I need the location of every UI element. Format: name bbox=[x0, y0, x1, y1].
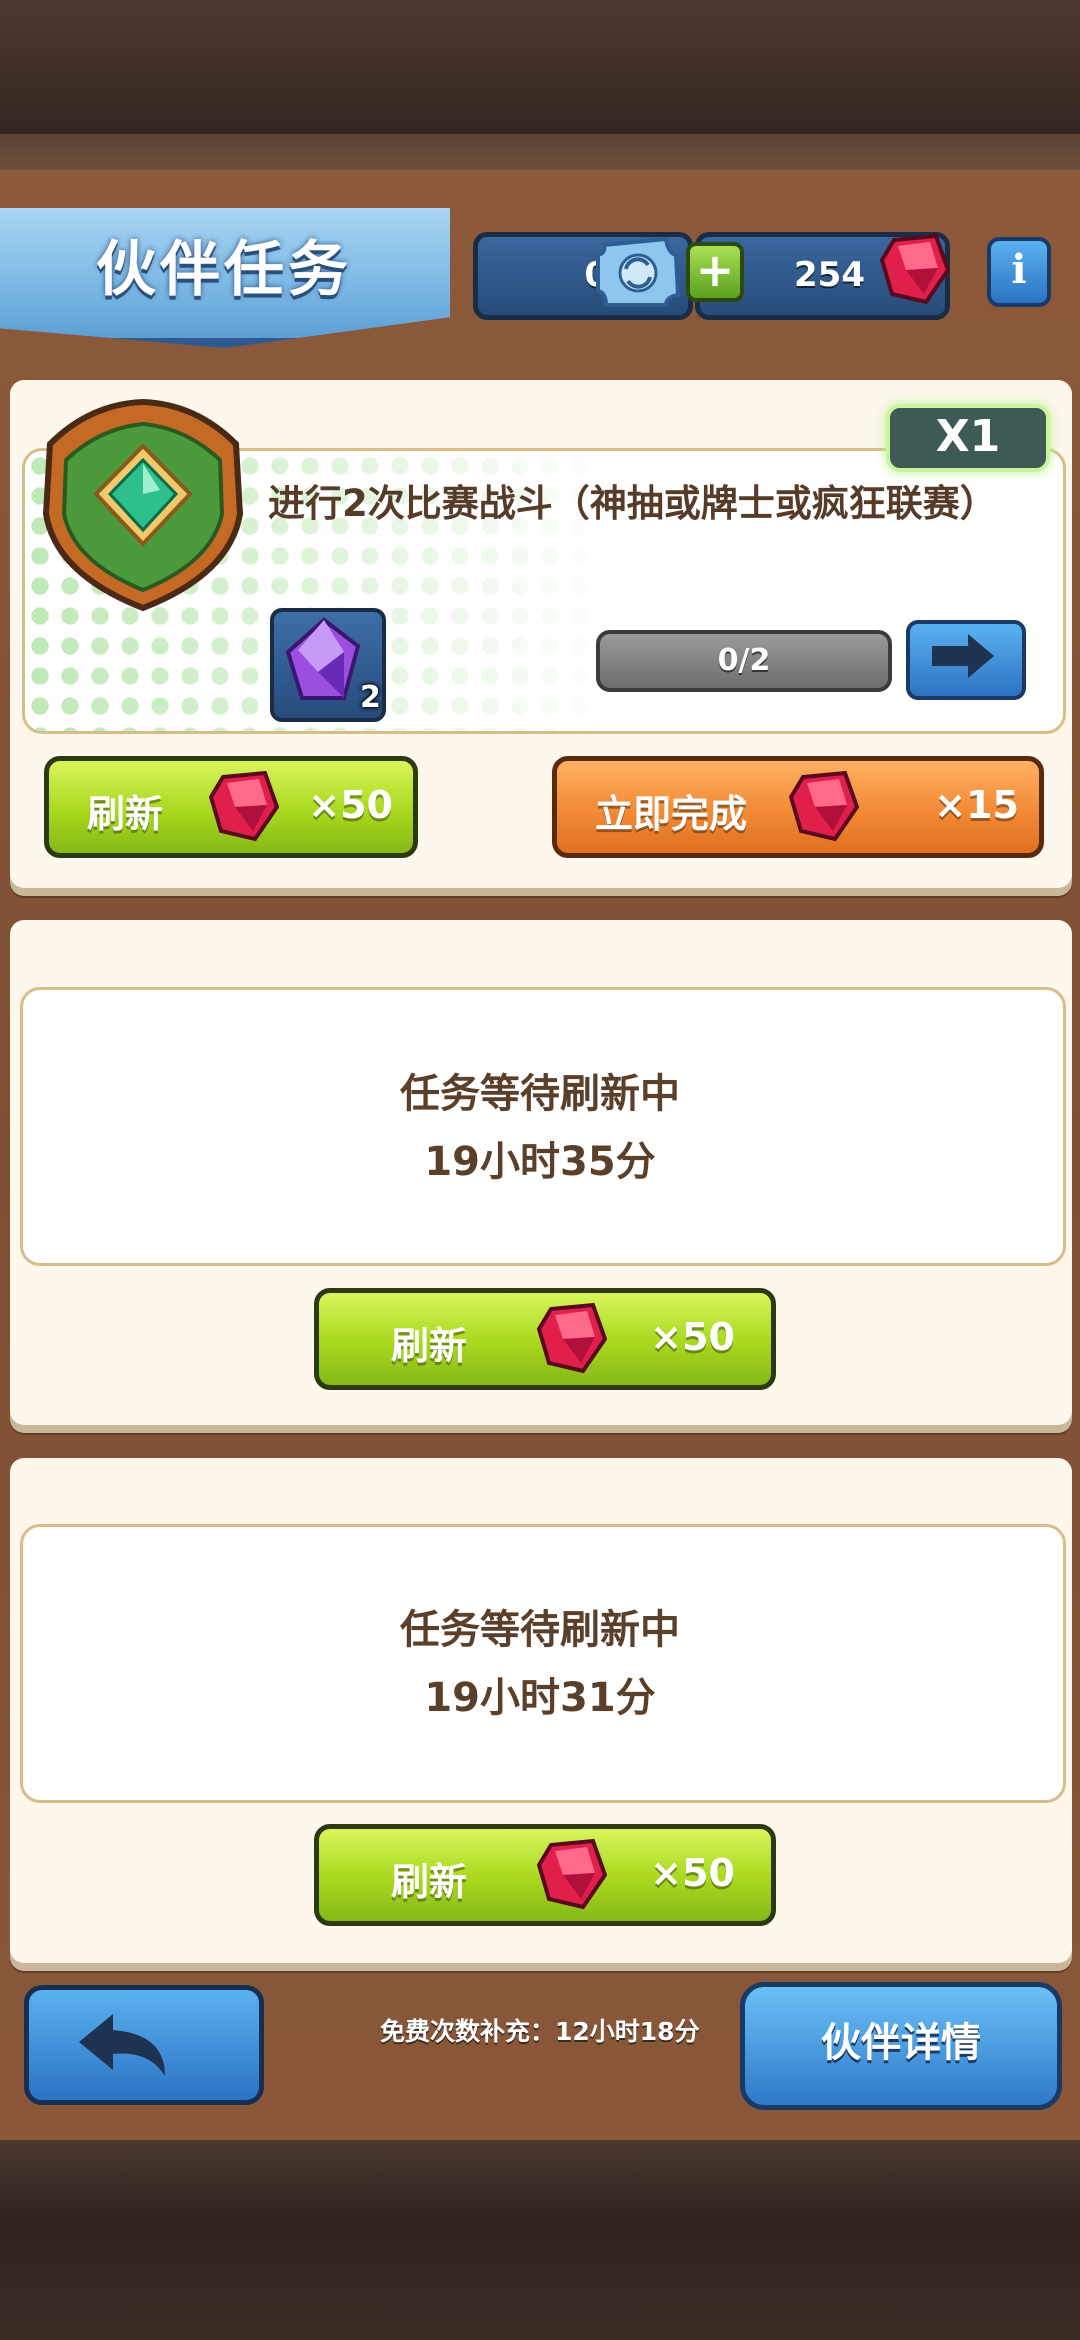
refresh-slot-button[interactable]: 刷新 ×50 bbox=[314, 1824, 776, 1926]
refresh-cost: ×50 bbox=[308, 783, 393, 827]
gem-icon bbox=[880, 233, 950, 305]
partner-badge-icon bbox=[42, 398, 244, 612]
waiting-timer: 19小时35分 bbox=[424, 1139, 656, 1185]
refresh-task-button[interactable]: 刷新 ×50 bbox=[44, 756, 418, 858]
waiting-timer: 19小时31分 bbox=[424, 1675, 656, 1721]
waiting-status: 任务等待刷新中 bbox=[400, 1071, 680, 1117]
refresh-label: 刷新 bbox=[87, 792, 164, 836]
reward-count: 2 bbox=[360, 680, 381, 715]
info-button[interactable]: i bbox=[987, 237, 1051, 307]
complete-now-button[interactable]: 立即完成 ×15 bbox=[552, 756, 1044, 858]
refresh-cost: ×50 bbox=[650, 1315, 735, 1359]
complete-cost: ×15 bbox=[934, 783, 1019, 827]
refresh-label: 刷新 bbox=[391, 1860, 468, 1904]
gem-icon bbox=[537, 1838, 607, 1910]
arrow-right-icon bbox=[932, 634, 994, 678]
gem-count: 254 bbox=[794, 255, 865, 295]
bottom-background bbox=[0, 2140, 1080, 2340]
refresh-slot-button[interactable]: 刷新 ×50 bbox=[314, 1288, 776, 1390]
gem-icon bbox=[789, 770, 859, 842]
purple-crystal-icon bbox=[285, 617, 361, 700]
waiting-status: 任务等待刷新中 bbox=[400, 1607, 680, 1653]
back-arrow-icon bbox=[79, 2014, 165, 2076]
free-refill-timer: 免费次数补充：12小时18分 bbox=[380, 2017, 700, 2046]
go-to-task-button[interactable] bbox=[906, 620, 1026, 700]
back-button[interactable] bbox=[24, 1985, 264, 2105]
plus-icon: + bbox=[695, 243, 735, 297]
page-title: 伙伴任务 bbox=[96, 235, 352, 305]
task-progress-bar: 0/2 bbox=[596, 630, 892, 692]
top-background bbox=[0, 0, 1080, 170]
add-currency-button[interactable]: + bbox=[686, 242, 744, 302]
gem-icon bbox=[209, 770, 279, 842]
info-icon: i bbox=[1011, 246, 1027, 293]
multiplier-badge: X1 bbox=[886, 404, 1050, 472]
refresh-cost: ×50 bbox=[650, 1851, 735, 1895]
refresh-label: 刷新 bbox=[391, 1324, 468, 1368]
refresh-ticket-icon bbox=[596, 236, 680, 307]
partner-details-button[interactable]: 伙伴详情 bbox=[740, 1982, 1062, 2110]
task-description: 进行2次比赛战斗（神抽或牌士或疯狂联赛） bbox=[268, 482, 997, 525]
gem-icon bbox=[537, 1302, 607, 1374]
complete-label: 立即完成 bbox=[595, 792, 748, 836]
